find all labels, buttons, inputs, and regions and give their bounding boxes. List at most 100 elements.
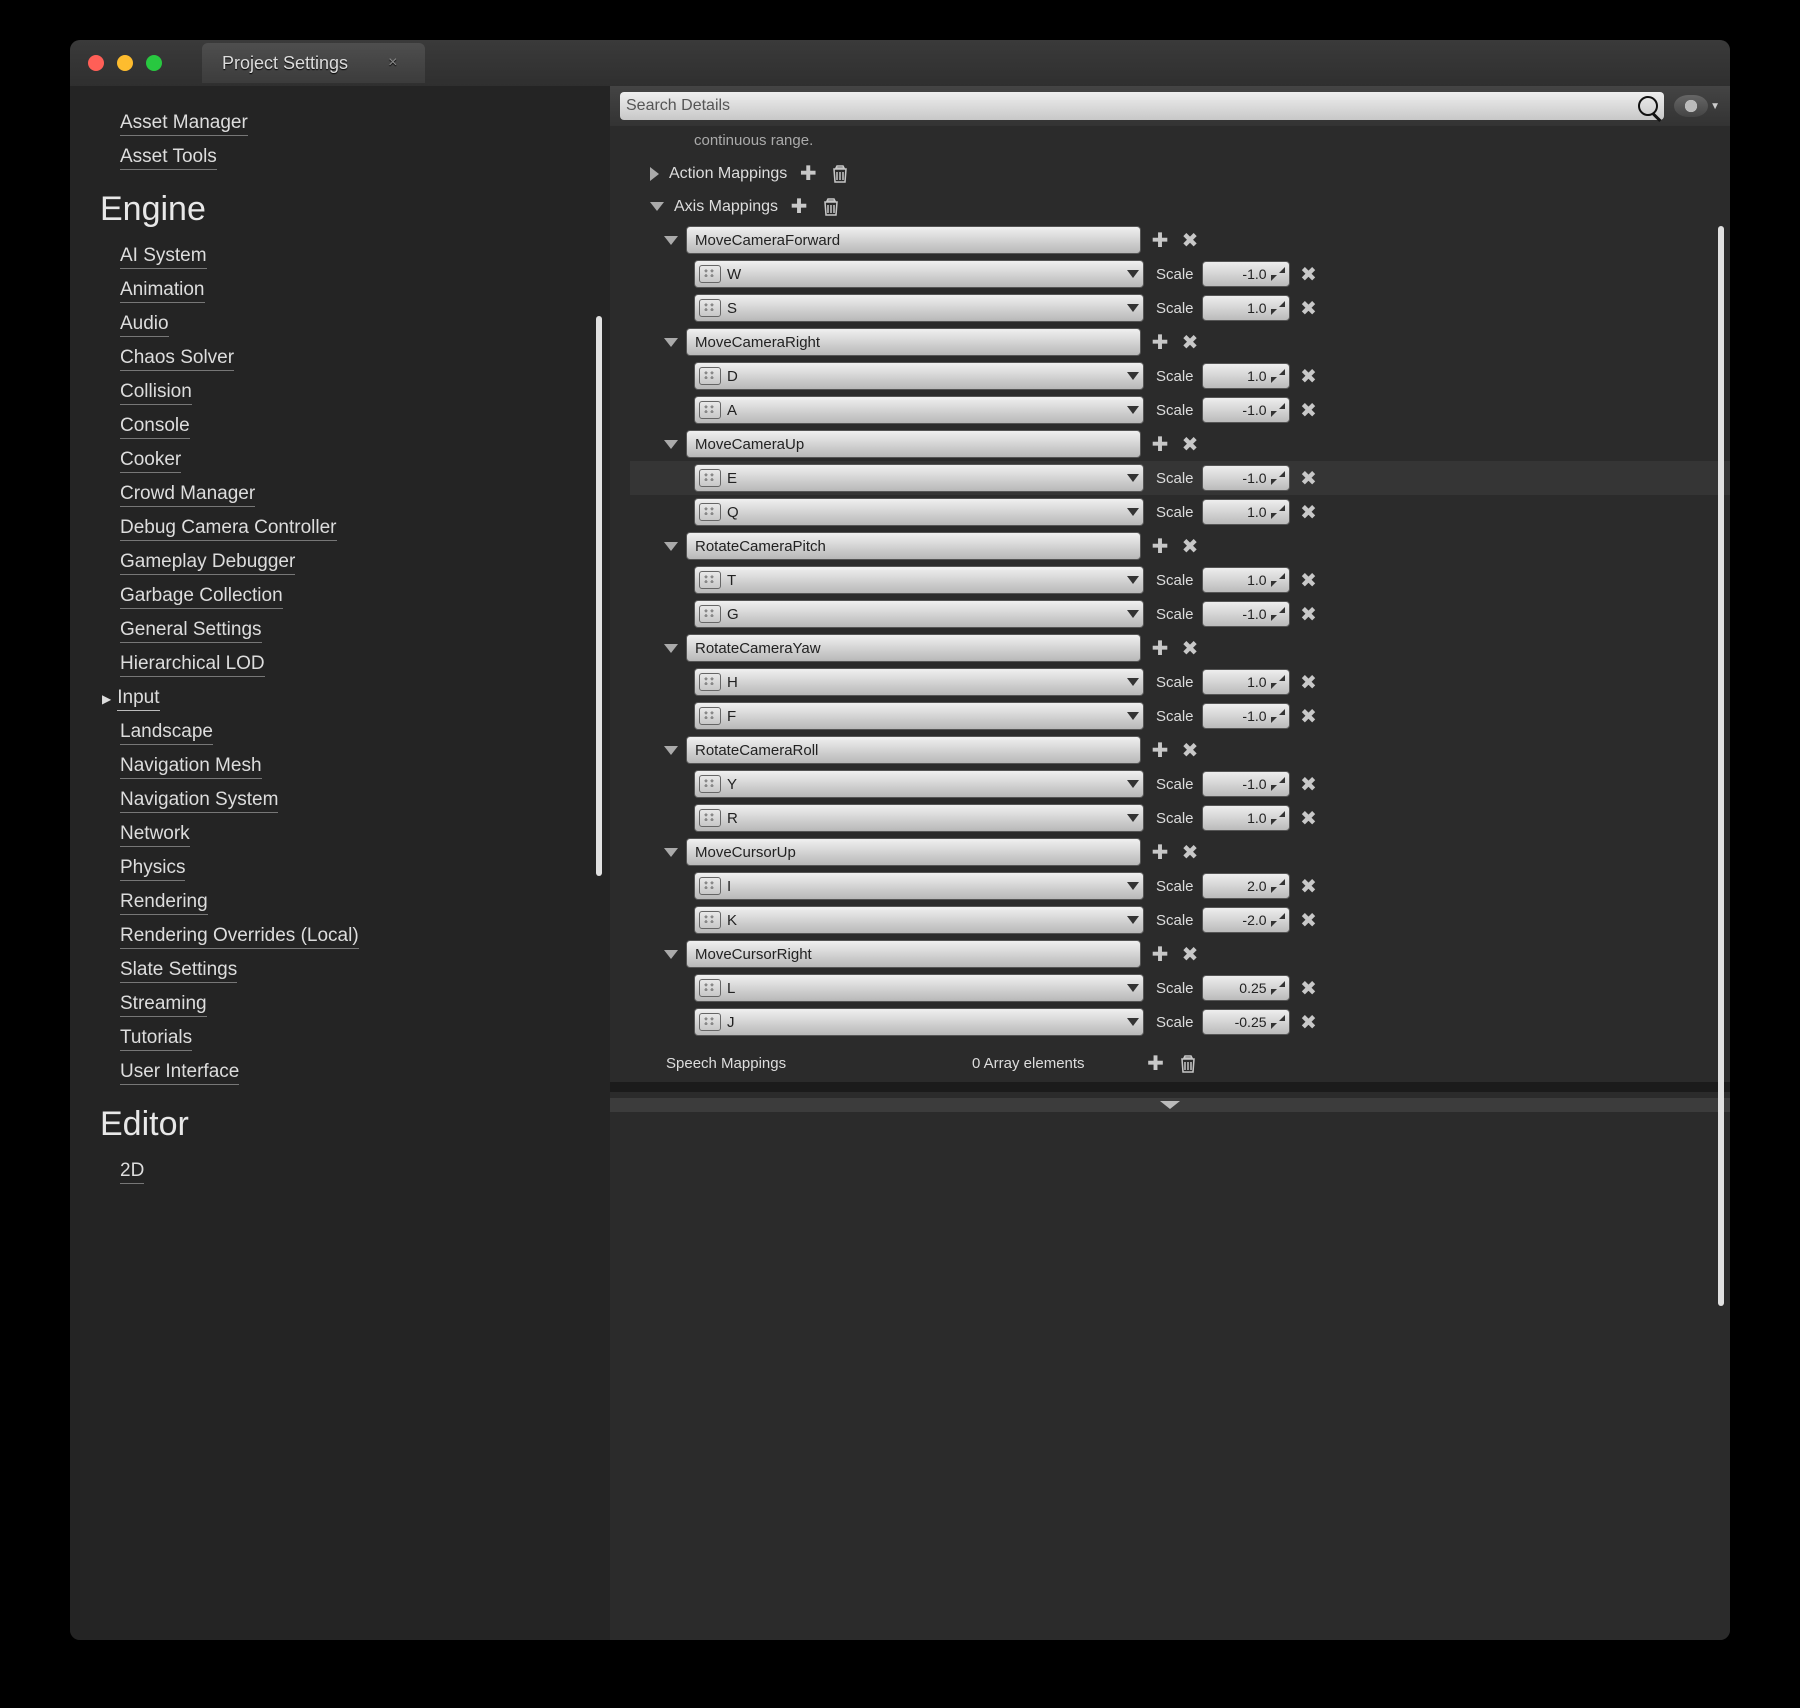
remove-axis-icon[interactable] [1179, 432, 1201, 457]
key-select[interactable]: Y [694, 770, 1144, 798]
remove-binding-icon[interactable] [1298, 874, 1320, 899]
scale-input[interactable]: 2.0 [1202, 873, 1290, 899]
sidebar-item-debug-camera-controller[interactable]: Debug Camera Controller [100, 511, 580, 545]
remove-binding-icon[interactable] [1298, 398, 1320, 423]
key-select[interactable]: K [694, 906, 1144, 934]
expand-icon[interactable] [1271, 573, 1285, 587]
key-select[interactable]: T [694, 566, 1144, 594]
expand-icon[interactable] [1271, 301, 1285, 315]
expand-icon[interactable] [1271, 913, 1285, 927]
minimize-window-button[interactable] [117, 55, 133, 71]
key-select[interactable]: I [694, 872, 1144, 900]
axis-name-input[interactable] [686, 838, 1141, 866]
remove-binding-icon[interactable] [1298, 466, 1320, 491]
axis-collapse-icon[interactable] [664, 950, 678, 959]
add-binding-icon[interactable] [1149, 738, 1171, 763]
sidebar-item-navigation-system[interactable]: Navigation System [100, 783, 580, 817]
tab-close-icon[interactable]: × [388, 54, 397, 72]
add-binding-icon[interactable] [1149, 942, 1171, 967]
remove-axis-icon[interactable] [1179, 534, 1201, 559]
add-binding-icon[interactable] [1149, 840, 1171, 865]
add-binding-icon[interactable] [1149, 636, 1171, 661]
remove-binding-icon[interactable] [1298, 908, 1320, 933]
axis-mappings-header[interactable]: Axis Mappings [644, 190, 1696, 223]
key-select[interactable]: F [694, 702, 1144, 730]
remove-binding-icon[interactable] [1298, 772, 1320, 797]
key-select[interactable]: E [694, 464, 1144, 492]
key-select[interactable]: H [694, 668, 1144, 696]
sidebar-item-user-interface[interactable]: User Interface [100, 1055, 580, 1089]
remove-axis-icon[interactable] [1179, 636, 1201, 661]
scale-input[interactable]: -0.25 [1202, 1009, 1290, 1035]
sidebar-item-animation[interactable]: Animation [100, 273, 580, 307]
scale-input[interactable]: 0.25 [1202, 975, 1290, 1001]
visibility-dropdown-arrow[interactable]: ▼ [1710, 101, 1720, 112]
axis-name-input[interactable] [686, 226, 1141, 254]
axis-name-input[interactable] [686, 940, 1141, 968]
remove-binding-icon[interactable] [1298, 568, 1320, 593]
axis-collapse-icon[interactable] [664, 542, 678, 551]
sidebar-item-crowd-manager[interactable]: Crowd Manager [100, 477, 580, 511]
remove-binding-icon[interactable] [1298, 262, 1320, 287]
remove-binding-icon[interactable] [1298, 704, 1320, 729]
axis-collapse-icon[interactable] [664, 848, 678, 857]
visibility-eye-icon[interactable] [1674, 95, 1708, 117]
remove-binding-icon[interactable] [1298, 670, 1320, 695]
remove-binding-icon[interactable] [1298, 806, 1320, 831]
expand-icon[interactable] [1271, 403, 1285, 417]
key-select[interactable]: Q [694, 498, 1144, 526]
key-select[interactable]: S [694, 294, 1144, 322]
sidebar-item-slate-settings[interactable]: Slate Settings [100, 953, 580, 987]
axis-name-input[interactable] [686, 736, 1141, 764]
scale-input[interactable]: 1.0 [1202, 499, 1290, 525]
axis-collapse-icon[interactable] [664, 338, 678, 347]
remove-binding-icon[interactable] [1298, 602, 1320, 627]
scale-input[interactable]: 1.0 [1202, 669, 1290, 695]
axis-name-input[interactable] [686, 328, 1141, 356]
maximize-window-button[interactable] [146, 55, 162, 71]
search-input[interactable] [626, 97, 1638, 115]
clear-axis-mappings-icon[interactable] [820, 198, 842, 216]
sidebar-item-chaos-solver[interactable]: Chaos Solver [100, 341, 580, 375]
scale-input[interactable]: -1.0 [1202, 771, 1290, 797]
remove-axis-icon[interactable] [1179, 228, 1201, 253]
sidebar-item-landscape[interactable]: Landscape [100, 715, 580, 749]
sidebar-item-hierarchical-lod[interactable]: Hierarchical LOD [100, 647, 580, 681]
sidebar-item-navigation-mesh[interactable]: Navigation Mesh [100, 749, 580, 783]
axis-name-input[interactable] [686, 430, 1141, 458]
sidebar-item-console[interactable]: Console [100, 409, 580, 443]
remove-binding-icon[interactable] [1298, 1010, 1320, 1035]
axis-collapse-icon[interactable] [664, 236, 678, 245]
remove-binding-icon[interactable] [1298, 500, 1320, 525]
expand-icon[interactable] [1271, 709, 1285, 723]
expand-icon[interactable] [1271, 369, 1285, 383]
sidebar-item-collision[interactable]: Collision [100, 375, 580, 409]
remove-axis-icon[interactable] [1179, 330, 1201, 355]
add-axis-mapping-icon[interactable] [788, 194, 810, 219]
sidebar-item-network[interactable]: Network [100, 817, 580, 851]
expand-icon[interactable] [1271, 471, 1285, 485]
key-select[interactable]: D [694, 362, 1144, 390]
expand-icon[interactable] [1271, 267, 1285, 281]
expand-icon[interactable] [1271, 1015, 1285, 1029]
expand-icon[interactable] [1271, 607, 1285, 621]
sidebar-item-2d[interactable]: 2D [100, 1154, 580, 1188]
expand-icon[interactable] [1271, 777, 1285, 791]
clear-action-mappings-icon[interactable] [829, 165, 851, 183]
remove-binding-icon[interactable] [1298, 976, 1320, 1001]
sidebar-item-general-settings[interactable]: General Settings [100, 613, 580, 647]
key-select[interactable]: L [694, 974, 1144, 1002]
add-binding-icon[interactable] [1149, 228, 1171, 253]
sidebar-item-rendering[interactable]: Rendering [100, 885, 580, 919]
search-icon[interactable] [1638, 96, 1658, 116]
key-select[interactable]: A [694, 396, 1144, 424]
expand-icon[interactable] [1271, 675, 1285, 689]
sidebar-item-asset-manager[interactable]: Asset Manager [100, 106, 580, 140]
remove-binding-icon[interactable] [1298, 364, 1320, 389]
axis-collapse-icon[interactable] [664, 746, 678, 755]
axis-name-input[interactable] [686, 634, 1141, 662]
scale-input[interactable]: 1.0 [1202, 295, 1290, 321]
scale-input[interactable]: -1.0 [1202, 601, 1290, 627]
scale-input[interactable]: -1.0 [1202, 261, 1290, 287]
axis-name-input[interactable] [686, 532, 1141, 560]
